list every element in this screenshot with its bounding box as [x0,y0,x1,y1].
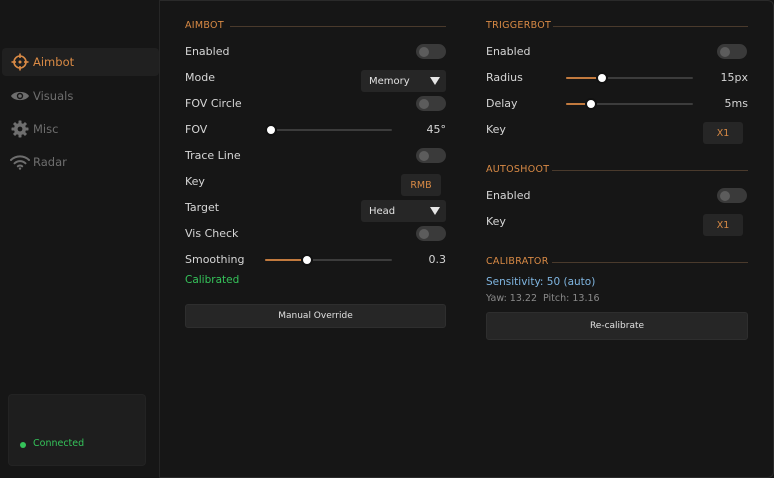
toggle-knob [419,228,429,239]
triggerbot-delay-slider[interactable] [566,98,693,110]
toggle-knob [419,46,429,57]
aimbot-enabled-label: Enabled [185,45,230,58]
autoshoot-key-button[interactable]: X1 [703,214,743,236]
calibrator-section-title: CALIBRATOR [486,256,549,267]
triggerbot-key-label: Key [486,123,506,136]
aimbot-smoothing-slider[interactable] [265,254,392,266]
sidebar-item-aimbot[interactable]: Aimbot [2,48,159,76]
sidebar-item-label: Visuals [33,89,74,103]
autoshoot-section-title: AUTOSHOOT [486,164,550,175]
wifi-icon [10,152,30,172]
aimbot-key-button[interactable]: RMB [401,174,441,196]
slider-thumb[interactable] [585,98,598,110]
triggerbot-enabled-toggle[interactable] [717,44,747,59]
status-dot-icon [20,442,26,448]
autoshoot-key-label: Key [486,215,506,228]
aimbot-mode-select[interactable]: Memory [361,70,446,92]
autoshoot-enabled-label: Enabled [486,189,531,202]
main-panel: AIMBOT Enabled Mode Memory FOV Circle FO… [160,0,774,478]
toggle-knob [720,46,730,57]
slider-thumb[interactable] [265,124,277,136]
aimbot-fov-value: 45° [426,123,447,136]
connection-status-card: Connected [8,394,146,466]
aimbot-target-select[interactable]: Head [361,200,446,222]
sidebar: Aimbot Visuals Misc Radar Connected [0,0,160,478]
calibrator-section-divider [552,262,748,263]
manual-override-button[interactable]: Manual Override [185,304,446,328]
gear-icon [10,119,30,139]
calibrated-status: Calibrated [185,274,240,286]
aimbot-section-title: AIMBOT [185,20,224,31]
aimbot-enabled-toggle[interactable] [416,44,446,59]
crosshair-icon [10,52,30,72]
toggle-knob [419,150,429,161]
autoshoot-section-divider [552,170,748,171]
sidebar-item-label: Radar [33,155,67,169]
aimbot-smoothing-label: Smoothing [185,253,245,266]
toggle-knob [720,190,730,201]
caret-down-icon [430,207,440,215]
aimbot-key-label: Key [185,175,205,188]
sensitivity-readout: Sensitivity: 50 (auto) [486,276,596,288]
sidebar-item-radar[interactable]: Radar [2,148,159,176]
triggerbot-delay-label: Delay [486,97,518,110]
sidebar-item-visuals[interactable]: Visuals [2,82,159,110]
aimbot-mode-value: Memory [369,75,410,87]
triggerbot-enabled-label: Enabled [486,45,531,58]
aimbot-mode-label: Mode [185,71,215,84]
connection-status-text: Connected [33,438,85,449]
aimbot-trace-line-toggle[interactable] [416,148,446,163]
triggerbot-delay-value: 5ms [724,97,748,110]
triggerbot-radius-value: 15px [720,71,749,84]
sidebar-item-misc[interactable]: Misc [2,115,159,143]
eye-icon [10,86,30,106]
sidebar-item-label: Misc [33,122,59,136]
aimbot-fov-circle-toggle[interactable] [416,96,446,111]
caret-down-icon [430,77,440,85]
toggle-knob [419,98,429,109]
aimbot-vis-check-toggle[interactable] [416,226,446,241]
sidebar-item-label: Aimbot [33,55,75,69]
triggerbot-radius-label: Radius [486,71,523,84]
triggerbot-section-divider [553,26,748,27]
aimbot-smoothing-value: 0.3 [428,253,447,266]
slider-thumb[interactable] [595,72,608,84]
aimbot-fov-circle-label: FOV Circle [185,97,242,110]
aimbot-section-divider [230,26,446,27]
triggerbot-section-title: TRIGGERBOT [486,20,552,31]
yaw-pitch-readout: Yaw: 13.22 Pitch: 13.16 [486,293,600,304]
aimbot-target-value: Head [369,205,396,217]
aimbot-trace-line-label: Trace Line [185,149,241,162]
aimbot-target-label: Target [185,201,220,214]
aimbot-fov-slider[interactable] [265,124,392,136]
recalibrate-button[interactable]: Re-calibrate [486,312,748,340]
aimbot-fov-label: FOV [185,123,208,136]
triggerbot-radius-slider[interactable] [566,72,693,84]
slider-thumb[interactable] [300,254,313,266]
aimbot-vis-check-label: Vis Check [185,227,239,240]
autoshoot-enabled-toggle[interactable] [717,188,747,203]
triggerbot-key-button[interactable]: X1 [703,122,743,144]
